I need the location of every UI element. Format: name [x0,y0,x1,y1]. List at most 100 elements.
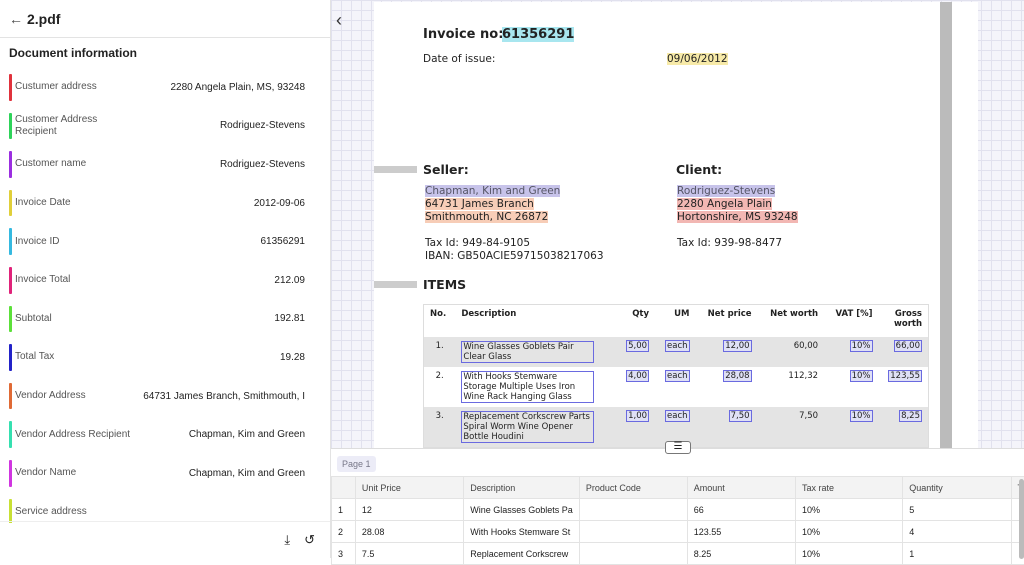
table-cell[interactable]: 8.25 [687,543,795,565]
field-row[interactable]: Invoice ID61356291 [9,222,305,261]
table-cell: 4,00 [616,367,655,407]
color-marker [9,421,12,448]
history-icon[interactable]: ↺ [304,532,315,548]
table-cell[interactable]: 3 [332,543,356,565]
date-label: Date of issue: [423,53,495,65]
table-cell[interactable]: Wine Glasses Goblets Pa [464,499,580,521]
pdf-page: Invoice no: 61356291 Date of issue: 09/0… [374,2,978,448]
cell-text: 112,32 [788,371,818,381]
table-cell[interactable]: 4 [903,521,1011,543]
field-value: 61356291 [139,236,305,247]
table-cell[interactable]: 66 [687,499,795,521]
field-value: 64731 James Branch, Smithmouth, I [139,391,305,402]
column-header: Gross worth [879,305,929,337]
cell-text: each [665,370,690,382]
arrow-left-icon[interactable]: ← [9,11,23,27]
seller-addr2: Smithmouth, NC 26872 [425,211,548,223]
color-marker [9,151,12,178]
table-cell[interactable]: 10% [795,521,902,543]
field-row[interactable]: Custumer address2280 Angela Plain, MS, 9… [9,68,305,107]
column-header: Net price [696,305,758,337]
seller-label: Seller: [423,162,469,177]
table-cell: 112,32 [758,367,824,407]
scrollbar[interactable] [1019,479,1024,559]
cell-text: 66,00 [894,340,922,352]
pdf-viewer[interactable]: ‹ Invoice no: 61356291 Date of issue: 09… [331,0,1024,448]
chevron-left-icon[interactable]: ‹ [336,10,342,31]
table-cell[interactable]: 7.5 [355,543,463,565]
table-cell: 3. [424,407,456,448]
field-row[interactable]: Vendor Address RecipientChapman, Kim and… [9,415,305,454]
column-header[interactable]: Quantity [903,477,1011,499]
page-chip[interactable]: Page 1 [337,456,376,472]
table-cell[interactable] [579,521,687,543]
client-addr2: Hortonshire, MS 93248 [677,211,798,223]
table-row[interactable]: 37.5Replacement Corkscrew 8.2510%1 [332,543,1024,565]
client-addr1: 2280 Angela Plain [677,198,772,210]
table-cell[interactable] [579,499,687,521]
table-cell[interactable]: 12 [355,499,463,521]
table-cell[interactable]: 10% [795,543,902,565]
items-label: ITEMS [423,277,466,292]
table-cell[interactable]: Replacement Corkscrew [464,543,580,565]
table-row: 2.With Hooks Stemware Storage Multiple U… [424,367,929,407]
field-row[interactable]: Invoice Date2012-09-06 [9,184,305,223]
field-list[interactable]: Custumer address2280 Angela Plain, MS, 9… [0,68,330,523]
table-cell[interactable]: 2 [332,521,356,543]
color-marker [9,74,12,101]
table-cell: each [655,337,696,367]
cell-text: 10% [850,370,873,382]
field-value: 212.09 [139,275,305,286]
invoice-no-label: Invoice no: [423,27,503,42]
table-cell: 8,25 [879,407,929,448]
field-row[interactable]: Vendor Address64731 James Branch, Smithm… [9,377,305,416]
column-header[interactable]: Unit Price [355,477,463,499]
table-cell: Wine Glasses Goblets Pair Clear Glass [455,337,616,367]
column-header: Qty [616,305,655,337]
field-row[interactable]: Total Tax19.28 [9,338,305,377]
table-row[interactable]: 228.08With Hooks Stemware St 123.5510%4 [332,521,1024,543]
table-cell[interactable]: 1 [903,543,1011,565]
field-row[interactable]: Customer nameRodriguez-Stevens [9,145,305,184]
download-icon[interactable]: ⤓ [284,532,290,548]
items-table: No.DescriptionQtyUMNet priceNet worthVAT… [423,304,929,448]
field-label: Vendor Address [9,390,139,402]
field-value: 19.28 [139,352,305,363]
cell-text: 28,08 [723,370,751,382]
client-name: Rodriguez-Stevens [677,185,775,197]
cell-text: 4,00 [626,370,649,382]
field-label: Invoice Total [9,274,139,286]
table-cell[interactable]: 10% [795,499,902,521]
field-value: Chapman, Kim and Green [139,429,305,440]
column-header[interactable]: Product Code [579,477,687,499]
table-cell: With Hooks Stemware Storage Multiple Use… [455,367,616,407]
table-cell: 10% [824,337,878,367]
cell-text: 10% [850,340,873,352]
table-cell: 12,00 [696,337,758,367]
column-header: Description [455,305,616,337]
table-row[interactable]: 112Wine Glasses Goblets Pa 6610%5 [332,499,1024,521]
column-header[interactable]: Amount [687,477,795,499]
resize-handle[interactable]: ☰ [665,441,691,454]
field-row[interactable]: Service address [9,493,305,523]
field-row[interactable]: Vendor NameChapman, Kim and Green [9,454,305,493]
field-value: Rodriguez-Stevens [139,120,305,131]
panel-header: ← 2.pdf [0,0,330,38]
table-cell[interactable] [579,543,687,565]
table-cell[interactable]: 123.55 [687,521,795,543]
color-marker [9,499,12,523]
cell-text: 12,00 [723,340,751,352]
column-header[interactable]: Tax rate [795,477,902,499]
column-header[interactable] [332,477,356,499]
field-row[interactable]: Invoice Total212.09 [9,261,305,300]
table-cell[interactable]: 28.08 [355,521,463,543]
table-cell[interactable]: With Hooks Stemware St [464,521,580,543]
table-cell[interactable]: 5 [903,499,1011,521]
client-tax: Tax Id: 939-98-8477 [677,237,782,249]
table-cell[interactable]: 1 [332,499,356,521]
field-label: Vendor Name [9,467,139,479]
field-row[interactable]: Subtotal192.81 [9,300,305,339]
column-header[interactable]: Description [464,477,580,499]
field-row[interactable]: Customer Address RecipientRodriguez-Stev… [9,107,305,146]
field-label: Subtotal [9,313,139,325]
